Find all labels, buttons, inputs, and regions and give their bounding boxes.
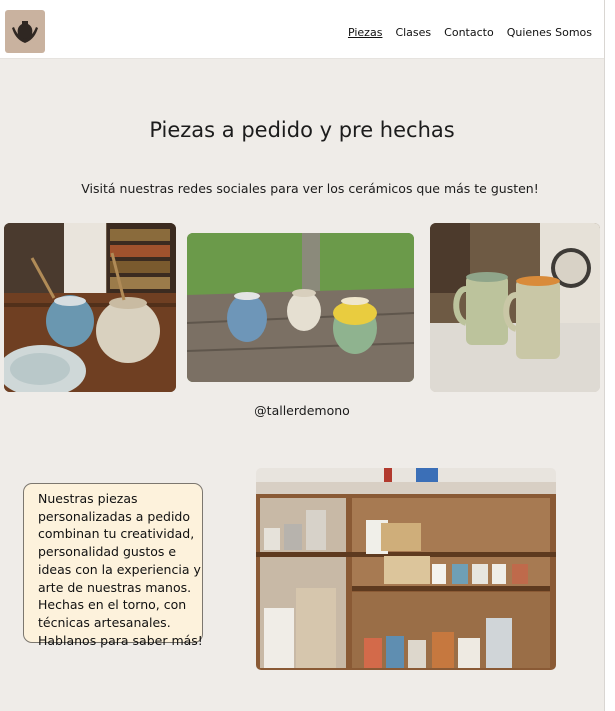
info-line: Nuestras piezas — [38, 491, 138, 506]
photo-mugs — [430, 223, 600, 392]
info-line: personalizadas a pedido — [38, 508, 191, 524]
photo-mates-outdoor — [187, 233, 414, 382]
nav-link-quienes-somos[interactable]: Quienes Somos — [507, 26, 592, 39]
info-line: técnicas artesanales. — [38, 614, 171, 630]
logo[interactable] — [5, 10, 45, 53]
info-line: Hechas en el torno, con — [38, 597, 187, 613]
info-line: personalidad gustos e — [38, 544, 177, 560]
info-line: ideas con la experiencia y — [38, 561, 201, 577]
info-line: combinan tu creatividad, — [38, 526, 195, 542]
page-title: Piezas a pedido y pre hechas — [149, 118, 455, 142]
page-frame: Piezas Clases Contacto Quienes Somos Pie… — [0, 0, 605, 711]
info-box: Nuestras piezas personalizadas a pedido … — [23, 483, 203, 648]
navbar: Piezas Clases Contacto Quienes Somos — [0, 0, 604, 59]
info-line: arte de nuestras manos. — [38, 579, 192, 595]
instagram-handle[interactable]: @tallerdemono — [0, 403, 604, 418]
nav-link-contacto[interactable]: Contacto — [444, 26, 494, 39]
main-nav: Piezas Clases Contacto Quienes Somos — [348, 26, 592, 39]
info-line: Hablanos para saber más! — [38, 632, 203, 648]
photo-workshop-shelf — [256, 468, 556, 670]
nav-link-piezas[interactable]: Piezas — [348, 26, 382, 39]
vase-in-hands-icon — [12, 20, 38, 43]
page-subtitle: Visitá nuestras redes sociales para ver … — [81, 181, 539, 196]
photo-mates-bookshelf — [4, 223, 176, 392]
nav-link-clases[interactable]: Clases — [395, 26, 431, 39]
